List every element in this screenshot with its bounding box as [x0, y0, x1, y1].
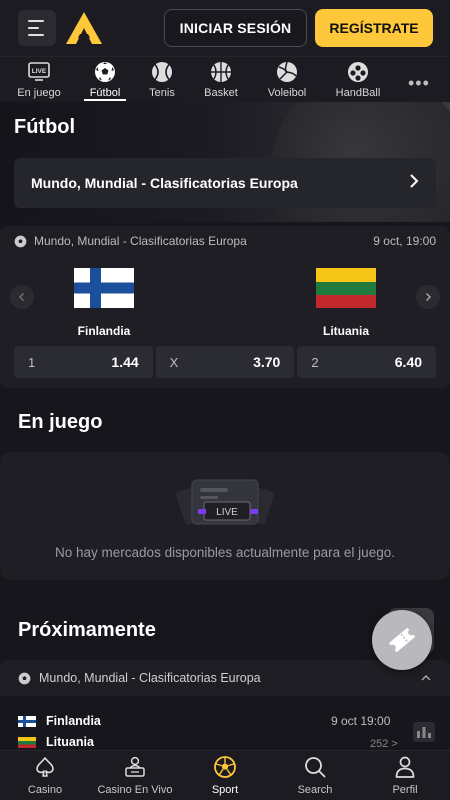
soccer-ball-icon	[14, 235, 27, 247]
team-name: Lituania	[46, 735, 94, 749]
nav-casino[interactable]: Casino	[0, 755, 90, 796]
brand-logo[interactable]	[64, 10, 104, 46]
finland-flag	[18, 715, 36, 727]
odd-key: X	[169, 354, 179, 370]
spade-icon	[36, 757, 54, 777]
nav-casino-en-vivo[interactable]: Casino En Vivo	[90, 755, 180, 796]
svg-text:LIVE: LIVE	[216, 507, 238, 518]
odd-draw-button[interactable]: X 3.70	[155, 346, 295, 378]
sport-tab-basket[interactable]: Basket	[186, 61, 256, 99]
odd-value: 6.40	[394, 354, 423, 370]
chevron-up-icon	[421, 675, 431, 681]
nav-label: Casino En Vivo	[97, 784, 173, 796]
odd-key: 1	[28, 354, 36, 370]
lithuania-flag	[316, 268, 376, 308]
next-match-button[interactable]	[416, 285, 440, 309]
ticket-icon	[388, 627, 416, 653]
chevron-right-icon	[426, 293, 431, 301]
tennis-ball-icon	[151, 61, 173, 83]
sport-hero-banner: Fútbol Mundo, Mundial - Clasificatorias …	[0, 102, 450, 222]
sport-tab-label: En juego	[17, 87, 61, 99]
sport-tab-label: Tenis	[149, 87, 175, 99]
nav-label: Sport	[211, 784, 239, 796]
live-screen-illustration: LIVE	[176, 479, 274, 525]
sport-tab-voleibol[interactable]: Voleibol	[252, 61, 322, 99]
live-tv-icon: LIVE	[28, 61, 50, 83]
nav-label: Search	[297, 784, 333, 796]
more-sports-icon[interactable]: •••	[408, 73, 430, 94]
user-icon	[395, 756, 415, 778]
empty-markets-message: No hay mercados disponibles actualmente …	[55, 545, 395, 560]
upcoming-match-row[interactable]: Finlandia Lituania 9 oct 19:00 252 >	[0, 698, 450, 750]
featured-match-card[interactable]: Mundo, Mundial - Clasificatorias Europa …	[0, 226, 450, 388]
match-competition: Mundo, Mundial - Clasificatorias Europa	[34, 234, 247, 248]
soccer-ball-icon	[94, 61, 116, 83]
odds-row: 1 1.44 X 3.70 2 6.40	[14, 346, 437, 378]
upcoming-match-date: 9 oct 19:00	[331, 714, 391, 728]
sport-tab-en-juego[interactable]: LIVE En juego	[4, 61, 74, 99]
bar-chart-icon	[417, 727, 431, 738]
match-date: 9 oct, 19:00	[373, 234, 436, 248]
chevron-right-icon	[410, 174, 419, 188]
odd-value: 1.44	[111, 354, 139, 370]
basketball-icon	[210, 61, 232, 83]
page-title: Fútbol	[14, 116, 76, 138]
login-button[interactable]: INICIAR SESIÓN	[164, 9, 307, 47]
soccer-ball-icon	[18, 672, 31, 684]
upcoming-competition-header[interactable]: Mundo, Mundial - Clasificatorias Europa	[0, 660, 450, 696]
team-name: Finlandia	[46, 714, 101, 728]
bet-slip-button[interactable]	[372, 610, 432, 670]
sport-tab-label: HandBall	[335, 87, 381, 99]
svg-text:LIVE: LIVE	[32, 68, 47, 75]
sport-tab-label: Voleibol	[267, 87, 307, 99]
bottom-nav: Casino Casino En Vivo Sport Search Perfi…	[0, 750, 450, 800]
stats-button[interactable]	[413, 722, 435, 742]
odd-away-button[interactable]: 2 6.40	[297, 346, 437, 378]
odd-key: 2	[311, 354, 319, 370]
sport-tab-label: Fútbol	[89, 87, 121, 99]
lithuania-flag	[18, 736, 36, 748]
volleyball-icon	[276, 61, 298, 83]
search-icon	[305, 757, 326, 778]
upcoming-section-title: Próximamente	[18, 619, 156, 641]
prev-match-button[interactable]	[10, 285, 34, 309]
home-team-name: Finlandia	[77, 324, 131, 338]
top-header: INICIAR SESIÓN REGÍSTRATE	[0, 0, 450, 56]
competition-label: Mundo, Mundial - Clasificatorias Europa	[31, 175, 298, 191]
upcoming-competition-label: Mundo, Mundial - Clasificatorias Europa	[39, 671, 261, 685]
upcoming-home-team: Finlandia	[18, 714, 101, 728]
live-section-title: En juego	[18, 411, 103, 433]
nav-label: Casino	[27, 784, 63, 796]
away-team-name: Lituania	[322, 324, 369, 338]
finland-flag	[74, 268, 134, 308]
odd-home-button[interactable]: 1 1.44	[14, 346, 153, 378]
register-button[interactable]: REGÍSTRATE	[315, 9, 433, 47]
sports-nav: LIVE En juego Fútbol Tenis Basket Voleib…	[0, 56, 450, 102]
handball-icon	[347, 61, 369, 83]
dealer-icon	[125, 756, 145, 777]
chevron-left-icon	[19, 293, 24, 301]
odd-value: 3.70	[253, 354, 281, 370]
active-tab-indicator	[84, 99, 126, 101]
match-header: Mundo, Mundial - Clasificatorias Europa …	[14, 234, 436, 248]
soccer-ball-icon	[214, 756, 236, 778]
sport-tab-label: Basket	[204, 87, 238, 99]
more-markets-link[interactable]: 252 >	[370, 738, 398, 750]
nav-search[interactable]: Search	[270, 755, 360, 796]
nav-perfil[interactable]: Perfil	[360, 755, 450, 796]
nav-sport[interactable]: Sport	[180, 755, 270, 796]
competition-selector[interactable]: Mundo, Mundial - Clasificatorias Europa	[14, 158, 436, 208]
menu-button[interactable]	[18, 10, 56, 46]
upcoming-away-team: Lituania	[18, 735, 94, 749]
sport-tab-handball[interactable]: HandBall	[323, 61, 393, 99]
live-empty-state: LIVE No hay mercados disponibles actualm…	[0, 452, 450, 580]
nav-label: Perfil	[392, 784, 418, 796]
